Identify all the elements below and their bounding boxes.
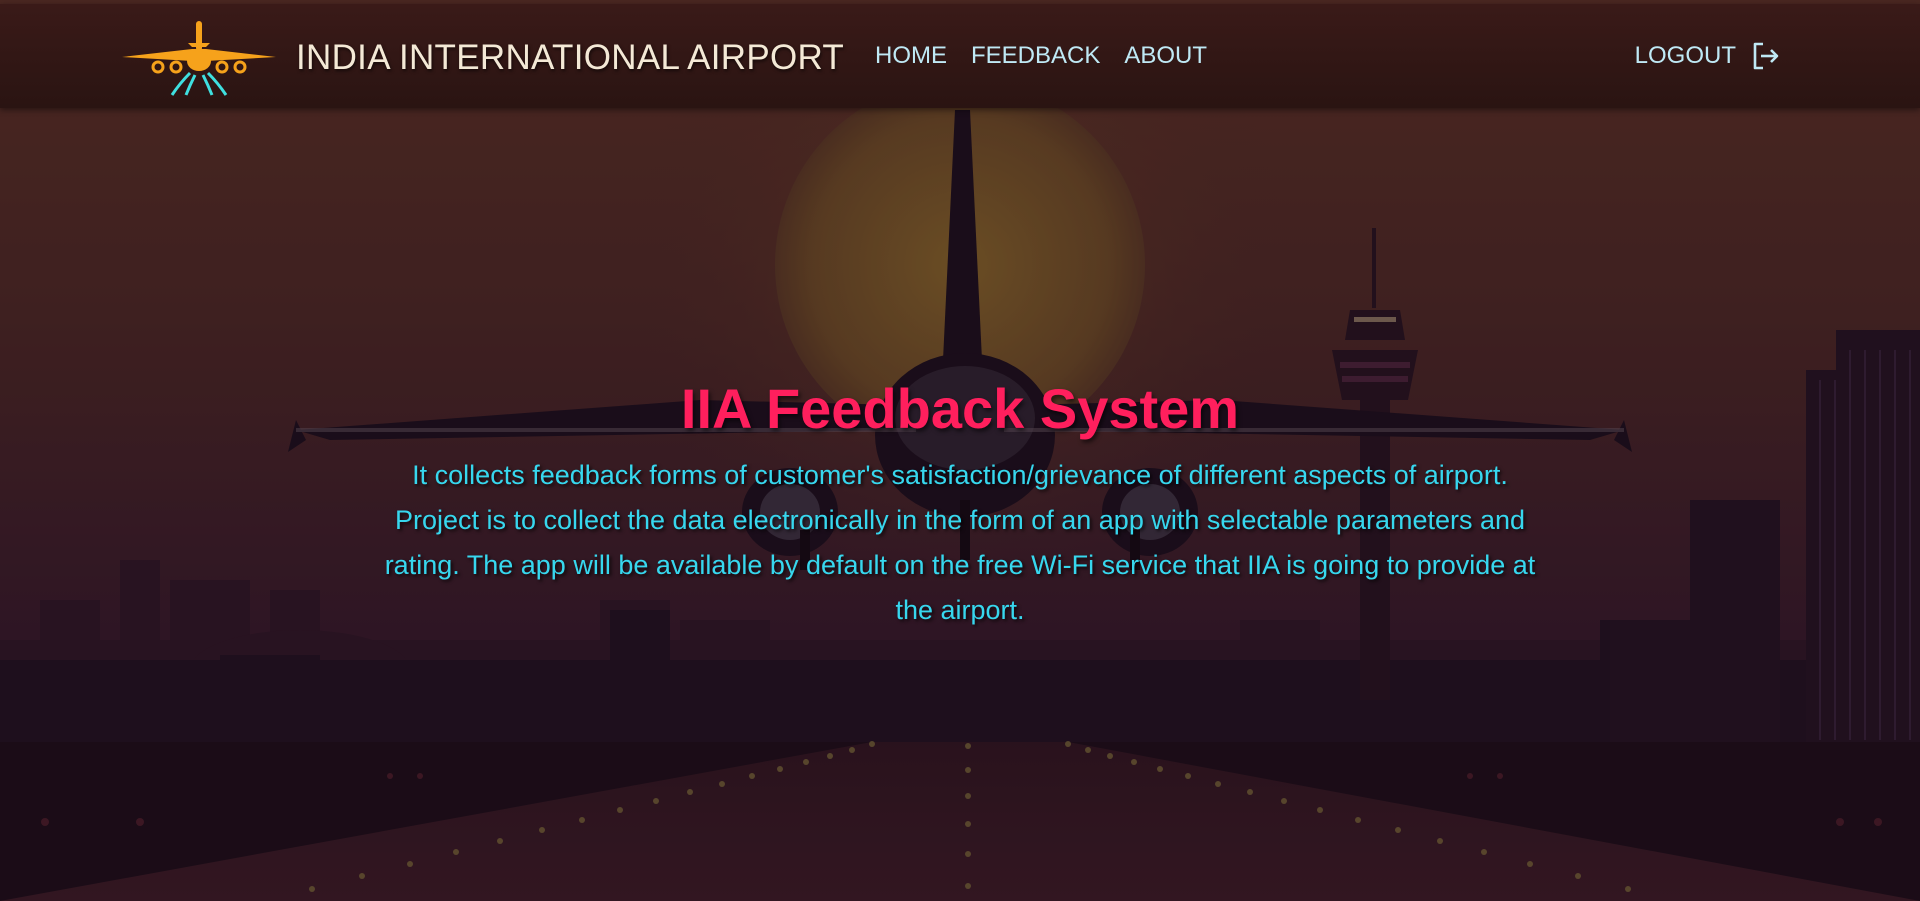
logout-icon bbox=[1753, 42, 1779, 70]
logout-button[interactable]: LOGOUT bbox=[1635, 40, 1782, 72]
nav-feedback[interactable]: FEEDBACK bbox=[971, 42, 1100, 70]
navbar: INDIA INTERNATIONAL AIRPORT HOME FEEDBAC… bbox=[0, 4, 1920, 108]
hero-title: IIA Feedback System bbox=[680, 377, 1240, 440]
hero-description: It collects feedback forms of customer's… bbox=[384, 460, 1536, 625]
site-title: INDIA INTERNATIONAL AIRPORT bbox=[296, 38, 845, 77]
airplane-logo-icon bbox=[122, 21, 276, 96]
page: INDIA INTERNATIONAL AIRPORT HOME FEEDBAC… bbox=[0, 0, 1920, 901]
nav-about[interactable]: ABOUT bbox=[1124, 42, 1207, 70]
brand[interactable]: INDIA INTERNATIONAL AIRPORT bbox=[122, 18, 844, 98]
main-nav: HOME FEEDBACK ABOUT bbox=[875, 42, 1207, 70]
logout-label: LOGOUT bbox=[1634, 42, 1736, 69]
nav-home[interactable]: HOME bbox=[875, 42, 947, 70]
hero-section: IIA Feedback System It collects feedback… bbox=[360, 373, 1560, 633]
